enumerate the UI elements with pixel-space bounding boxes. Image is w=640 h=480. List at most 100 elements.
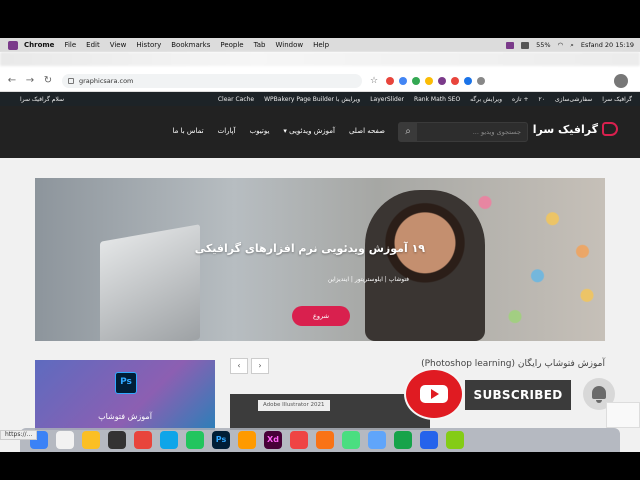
battery-percentage[interactable]: 55% xyxy=(536,41,550,49)
main-nav: صفحه اصلی آموزش ویدئویی ▾ یوتیوب آپارات … xyxy=(173,127,385,135)
extension-icon[interactable] xyxy=(412,77,421,85)
site-header: گرافیک سرا ⌕ جستجوی ویدیو ... صفحه اصلی … xyxy=(0,106,640,158)
spotlight-icon[interactable]: ⌕ xyxy=(570,41,574,50)
menu-history[interactable]: History xyxy=(136,41,161,49)
hero-start-button[interactable]: شروع xyxy=(292,306,350,326)
menu-file[interactable]: File xyxy=(64,41,76,49)
excel-dock-icon[interactable] xyxy=(394,431,412,449)
illustrator-dock-icon[interactable] xyxy=(238,431,256,449)
bookmark-star-icon[interactable]: ☆ xyxy=(370,76,378,86)
logo-text: گرافیک سرا xyxy=(532,122,598,136)
browser-nav-row: ← → ↻ graphicsara.com ☆ xyxy=(0,72,640,90)
carousel-next-button[interactable]: › xyxy=(251,358,269,374)
status-app-icon[interactable] xyxy=(521,41,530,49)
status-bar-url: https://... xyxy=(0,430,38,440)
nav-contact[interactable]: تماس با ما xyxy=(173,127,204,135)
profile-avatar[interactable] xyxy=(614,74,628,88)
wifi-icon[interactable]: ◠ xyxy=(558,41,564,49)
carousel-arrows: ‹ › xyxy=(230,358,269,374)
menu-help[interactable]: Help xyxy=(313,41,329,49)
play-triangle-icon xyxy=(431,389,439,399)
letterbox-bottom xyxy=(0,452,640,480)
url-text: graphicsara.com xyxy=(79,77,134,85)
wp-rank-math[interactable]: Rank Math SEO xyxy=(414,96,460,103)
wp-comments-count[interactable]: ۲۰ xyxy=(538,96,544,103)
subscribed-badge: SUBSCRIBED xyxy=(465,380,571,410)
word-dock-icon[interactable] xyxy=(420,431,438,449)
hero-categories[interactable]: فتوشاپ | ایلوستریتور | ایندیزاین xyxy=(328,276,409,283)
menu-people[interactable]: People xyxy=(220,41,243,49)
app-dock-icon[interactable] xyxy=(290,431,308,449)
menu-edit[interactable]: Edit xyxy=(86,41,100,49)
youtube-logo-icon xyxy=(406,370,462,418)
apple-icon[interactable] xyxy=(8,40,18,50)
browser-toolbar: ← → ↻ graphicsara.com ☆ xyxy=(0,52,640,92)
clock[interactable]: Esfand 20 15:19 xyxy=(581,41,634,49)
app-dock-icon[interactable] xyxy=(316,431,334,449)
wp-edit-page[interactable]: ویرایش برگه xyxy=(470,96,502,103)
menu-view[interactable]: View xyxy=(110,41,127,49)
menu-bookmarks[interactable]: Bookmarks xyxy=(171,41,210,49)
extension-icon[interactable] xyxy=(425,77,434,85)
notes-icon[interactable] xyxy=(82,431,100,449)
photoshop-card-label: آموزش فتوشاپ xyxy=(98,412,152,421)
illustrator-video-card[interactable]: Adobe Illustrator 2021 xyxy=(230,394,430,430)
app-dock-icon[interactable] xyxy=(446,431,464,449)
hero-monitor-image xyxy=(100,224,200,341)
carousel-prev-button[interactable]: ‹ xyxy=(230,358,248,374)
xd-dock-icon[interactable]: Xd xyxy=(264,431,282,449)
extension-icon[interactable] xyxy=(477,77,486,85)
wp-customize[interactable]: سفارشی‌سازی xyxy=(555,96,592,103)
wp-account[interactable]: سلام گرافیک سرا xyxy=(20,92,64,106)
nav-aparat[interactable]: آپارات xyxy=(218,127,236,135)
safari-icon[interactable] xyxy=(160,431,178,449)
forward-icon[interactable]: → xyxy=(24,75,36,87)
search-input[interactable]: جستجوی ویدیو ... xyxy=(417,128,527,136)
launchpad-icon[interactable] xyxy=(56,431,74,449)
reload-icon[interactable]: ↻ xyxy=(42,75,54,87)
wp-wpbakery[interactable]: ویرایش با WPBakery Page Builder xyxy=(264,96,360,103)
wp-site-name[interactable]: گرافیک سرا xyxy=(602,96,632,103)
nav-youtube[interactable]: یوتیوب xyxy=(250,127,270,135)
extensions-row xyxy=(386,77,486,85)
section-title: آموزش فتوشاپ رایگان (Photoshop learning) xyxy=(421,359,605,369)
wp-layerslider[interactable]: LayerSlider xyxy=(370,96,404,103)
wp-admin-bar: گرافیک سرا سفارشی‌سازی ۲۰ + تازه ویرایش … xyxy=(0,92,640,106)
search-form: ⌕ جستجوی ویدیو ... xyxy=(398,122,528,142)
whatsapp-icon[interactable] xyxy=(186,431,204,449)
wp-greeting[interactable]: سلام گرافیک سرا xyxy=(20,96,64,103)
nav-home[interactable]: صفحه اصلی xyxy=(349,127,385,135)
hero-person-image xyxy=(365,190,485,341)
extension-icon[interactable] xyxy=(399,77,408,85)
status-app-icon[interactable] xyxy=(506,41,515,49)
menu-tab[interactable]: Tab xyxy=(254,41,266,49)
address-bar[interactable]: graphicsara.com xyxy=(62,74,362,88)
nav-video-tutorials[interactable]: آموزش ویدئویی ▾ xyxy=(283,127,335,135)
logo-mark-icon xyxy=(602,122,618,136)
app-dock-icon[interactable] xyxy=(368,431,386,449)
photoshop-course-card[interactable]: Ps آموزش فتوشاپ xyxy=(35,360,215,430)
back-icon[interactable]: ← xyxy=(6,75,18,87)
chrome-icon[interactable] xyxy=(134,431,152,449)
extension-icon[interactable] xyxy=(464,77,473,85)
macos-dock: Ps Xd xyxy=(20,428,620,452)
site-logo[interactable]: گرافیک سرا xyxy=(533,122,618,136)
photoshop-icon: Ps xyxy=(115,372,137,394)
illustrator-tag: Adobe Illustrator 2021 xyxy=(258,400,330,411)
menu-app-name[interactable]: Chrome xyxy=(24,41,54,49)
search-icon[interactable]: ⌕ xyxy=(399,123,417,141)
screen: Chrome File Edit View History Bookmarks … xyxy=(0,0,640,480)
wp-new[interactable]: + تازه xyxy=(512,96,528,103)
extension-icon[interactable] xyxy=(451,77,460,85)
photoshop-dock-icon[interactable]: Ps xyxy=(212,431,230,449)
hero-title: ۱۹ آموزش ویدئویی نرم افزارهای گرافیکی xyxy=(194,242,425,255)
menubar-status-area: 55% ◠ ⌕ Esfand 20 15:19 xyxy=(506,38,634,52)
app-dock-icon[interactable] xyxy=(342,431,360,449)
wp-clear-cache[interactable]: Clear Cache xyxy=(218,96,254,103)
extension-icon[interactable] xyxy=(386,77,395,85)
recaptcha-badge[interactable] xyxy=(606,402,640,428)
hero-slider: ۱۹ آموزش ویدئویی نرم افزارهای گرافیکی فت… xyxy=(35,178,605,341)
extension-icon[interactable] xyxy=(438,77,447,85)
system-prefs-icon[interactable] xyxy=(108,431,126,449)
menu-window[interactable]: Window xyxy=(275,41,303,49)
